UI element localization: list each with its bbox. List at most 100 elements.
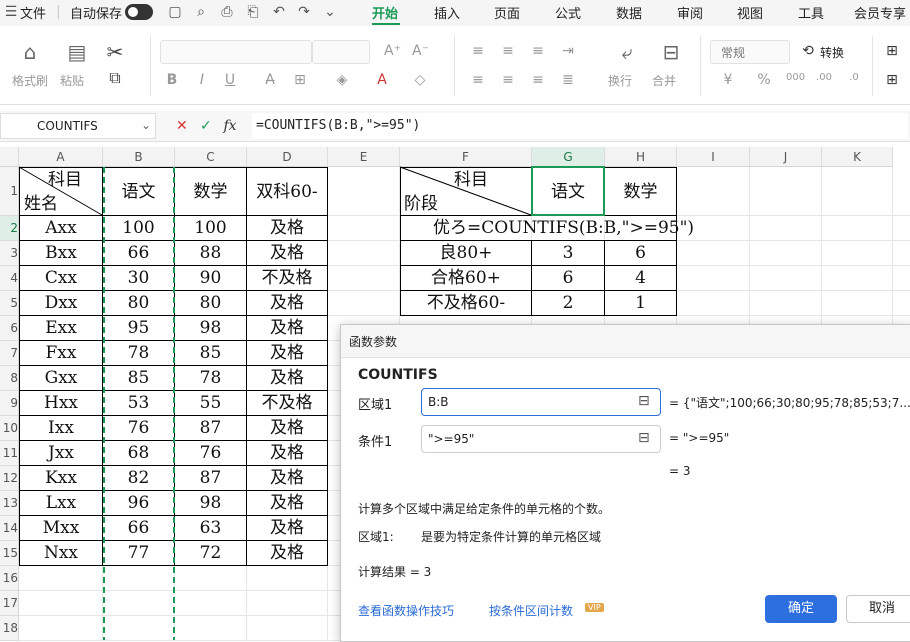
ribbon-separator xyxy=(454,36,455,96)
tab-home[interactable]: 开始 xyxy=(372,3,398,22)
range-select-icon[interactable]: ⊟ xyxy=(638,430,650,446)
tab-formula[interactable]: 公式 xyxy=(555,3,581,22)
italic-button[interactable]: I xyxy=(194,72,210,88)
arg2-result: = ">=95" xyxy=(669,431,730,445)
font-family-select[interactable] xyxy=(160,40,312,64)
formula-input[interactable]: =COUNTIFS(B:B,">=95") xyxy=(252,113,908,139)
paste-label[interactable]: 粘贴 xyxy=(60,72,84,89)
format-painter-label[interactable]: 格式刷 xyxy=(12,72,48,89)
align-top-icon[interactable]: ≡ xyxy=(470,43,486,59)
autosave-toggle[interactable] xyxy=(125,4,153,20)
vip-badge: VIP xyxy=(585,603,604,612)
ribbon-separator xyxy=(150,36,151,96)
hamburger-icon[interactable]: ☰ xyxy=(4,4,18,20)
calc-result: 计算结果 = 3 xyxy=(358,565,432,579)
merge-label[interactable]: 合并 xyxy=(652,72,676,89)
total-result: = 3 xyxy=(669,464,691,478)
share-icon[interactable]: ⌕ xyxy=(193,4,209,20)
cancel-button[interactable]: 取消 xyxy=(846,595,910,623)
ok-button[interactable]: 确定 xyxy=(765,595,837,623)
font-shrink-icon[interactable]: A⁻ xyxy=(412,43,429,59)
tab-review[interactable]: 审阅 xyxy=(677,3,703,22)
menu-bar: ☰ 文件 | 自动保存 ▢ ⌕ ⎙ ⎗ ↶ ↷ ⌄ 开始 插入 页面 公式 数据… xyxy=(0,0,910,26)
wrap-text-label[interactable]: 换行 xyxy=(608,72,632,89)
param-name: 区域1: xyxy=(358,530,394,544)
align-center-icon[interactable]: ≡ xyxy=(500,72,516,88)
name-box[interactable]: COUNTIFS ⌄ xyxy=(0,113,156,139)
range-select-icon[interactable]: ⊟ xyxy=(638,393,650,409)
tab-member[interactable]: 会员专享 xyxy=(854,3,906,22)
save-icon[interactable]: ▢ xyxy=(167,4,183,20)
arg1-input[interactable]: B:B ⊟ xyxy=(421,388,661,416)
thousands-icon[interactable]: 000 xyxy=(786,72,805,83)
bold-button[interactable]: B xyxy=(164,72,180,88)
align-bottom-icon[interactable]: ≡ xyxy=(530,43,546,59)
diagonal-line xyxy=(399,166,532,216)
active-tab-underline xyxy=(372,23,400,25)
confirm-edit-icon[interactable]: ✓ xyxy=(200,118,212,134)
convert-label[interactable]: 转换 xyxy=(820,44,844,61)
name-box-value: COUNTIFS xyxy=(37,119,98,133)
table-style-icon[interactable]: ⊞ xyxy=(884,43,900,59)
undo-icon[interactable]: ↶ xyxy=(271,4,287,20)
arg2-value: ">=95" xyxy=(428,432,475,446)
clear-format-icon[interactable]: ◇ xyxy=(412,72,428,88)
dialog-titlebar[interactable]: 函数参数 xyxy=(341,325,910,358)
cut-icon[interactable]: ✂ xyxy=(100,40,130,64)
autosave-label: 自动保存 xyxy=(70,7,123,22)
arg1-value: B:B xyxy=(428,395,449,409)
function-name: COUNTIFS xyxy=(358,367,438,383)
cell-style-icon[interactable]: ⊞ xyxy=(884,72,900,88)
format-painter-icon[interactable]: ⌂ xyxy=(15,40,45,64)
ribbon: ⌂ 格式刷 ▤ 粘贴 ✂ ⧉ A⁺ A⁻ B I U A̶ ⊞ ◈ A ◇ ≡ … xyxy=(0,26,910,105)
convert-icon[interactable]: ⟲ xyxy=(800,43,816,59)
tab-view[interactable]: 视图 xyxy=(737,3,763,22)
function-tips-link[interactable]: 查看函数操作技巧 xyxy=(358,602,454,619)
arg1-label: 区域1 xyxy=(358,398,393,413)
menu-file[interactable]: 文件 xyxy=(20,3,46,22)
more-icon[interactable]: ⌄ xyxy=(322,4,338,20)
tab-data[interactable]: 数据 xyxy=(616,3,642,22)
font-size-select[interactable] xyxy=(312,40,370,64)
wrap-text-icon[interactable]: ⤶ xyxy=(612,40,642,64)
function-description: 计算多个区域中满足给定条件的单元格的个数。 xyxy=(358,502,611,516)
formula-text: =COUNTIFS(B:B,">=95") xyxy=(256,118,421,133)
font-color-icon[interactable]: A xyxy=(374,72,390,88)
decimal-inc-icon[interactable]: .00 xyxy=(816,72,832,83)
tab-insert[interactable]: 插入 xyxy=(434,3,460,22)
interval-count-link[interactable]: 按条件区间计数 xyxy=(489,602,573,619)
align-right-icon[interactable]: ≡ xyxy=(530,72,546,88)
arg2-input[interactable]: ">=95" ⊟ xyxy=(421,425,661,453)
tab-tools[interactable]: 工具 xyxy=(798,3,824,22)
print-icon[interactable]: ⎙ xyxy=(219,4,235,20)
strikethrough-icon[interactable]: A̶ xyxy=(262,72,278,88)
number-format-select[interactable]: 常规 xyxy=(710,40,790,64)
decimal-dec-icon[interactable]: .0 xyxy=(846,72,862,83)
font-grow-icon[interactable]: A⁺ xyxy=(384,43,401,59)
tab-page[interactable]: 页面 xyxy=(494,3,520,22)
align-middle-icon[interactable]: ≡ xyxy=(500,43,516,59)
fx-icon[interactable]: fx xyxy=(221,118,239,134)
justify-icon[interactable]: ≣ xyxy=(560,72,576,88)
align-left-icon[interactable]: ≡ xyxy=(470,72,486,88)
chevron-down-icon[interactable]: ⌄ xyxy=(141,118,151,132)
merge-icon[interactable]: ⊟ xyxy=(656,40,686,64)
fill-color-icon[interactable]: ◈ xyxy=(334,72,350,88)
borders-icon[interactable]: ⊞ xyxy=(292,72,308,88)
percent-icon[interactable]: % xyxy=(756,72,772,88)
underline-button[interactable]: U xyxy=(222,72,238,88)
paste-icon[interactable]: ▤ xyxy=(62,40,92,64)
print-preview-icon[interactable]: ⎗ xyxy=(245,4,261,20)
diagonal-line xyxy=(18,166,103,216)
redo-icon[interactable]: ↷ xyxy=(296,4,312,20)
copy-icon[interactable]: ⧉ xyxy=(100,68,130,88)
ribbon-separator xyxy=(700,36,701,96)
function-args-dialog: 函数参数 COUNTIFS 区域1 B:B ⊟ = {"语文";100;66;3… xyxy=(340,324,910,642)
arg1-result: = {"语文";100;66;30;80;95;78;85;53;7... xyxy=(669,396,910,410)
param-description: 是要为特定条件计算的单元格区域 xyxy=(421,530,602,544)
active-cell-border xyxy=(531,166,605,216)
formula-bar: COUNTIFS ⌄ ✕ ✓ fx =COUNTIFS(B:B,">=95") xyxy=(0,111,910,142)
currency-icon[interactable]: ¥ xyxy=(720,72,736,88)
cancel-edit-icon[interactable]: ✕ xyxy=(176,118,188,134)
indent-icon[interactable]: ⇥ xyxy=(560,43,576,59)
